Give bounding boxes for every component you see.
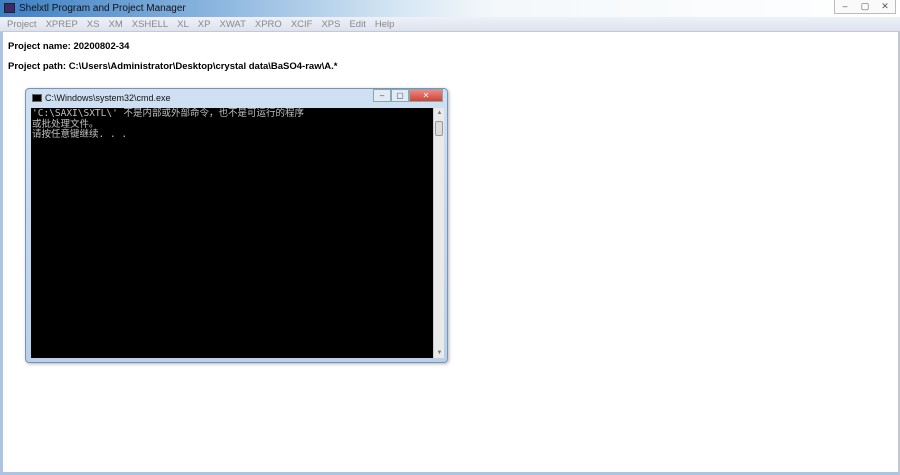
menu-xcif[interactable]: XCIF <box>291 17 313 31</box>
menu-bar: Project XPREP XS XM XSHELL XL XP XWAT XP… <box>0 17 900 32</box>
console-output[interactable]: 'C:\SAXI\SXTL\' 不是内部或外部命令，也不是可运行的程序 或批处理… <box>31 108 433 358</box>
cmd-close-button[interactable]: ✕ <box>409 89 443 102</box>
scroll-thumb[interactable] <box>435 121 443 136</box>
menu-xp[interactable]: XP <box>198 17 211 31</box>
close-button[interactable]: ✕ <box>875 0 895 13</box>
cmd-window-controls: – ▢ ✕ <box>373 89 443 102</box>
window-title: Shelxtl Program and Project Manager <box>19 3 186 14</box>
minimize-button[interactable]: – <box>835 0 855 13</box>
window-controls: – ▢ ✕ <box>834 0 896 14</box>
maximize-button[interactable]: ▢ <box>855 0 875 13</box>
menu-xps[interactable]: XPS <box>321 17 340 31</box>
scroll-down-icon[interactable]: ▼ <box>435 350 444 356</box>
console-line: 请按任意键继续. . . <box>32 129 128 140</box>
menu-project[interactable]: Project <box>7 17 37 31</box>
project-name: Project name: 20200802-34 <box>8 41 130 52</box>
cmd-title: C:\Windows\system32\cmd.exe <box>45 93 171 103</box>
menu-xs[interactable]: XS <box>87 17 100 31</box>
menu-xwat[interactable]: XWAT <box>219 17 245 31</box>
title-bar: Shelxtl Program and Project Manager – ▢ … <box>0 0 900 17</box>
cmd-minimize-button[interactable]: – <box>373 89 391 102</box>
menu-edit[interactable]: Edit <box>349 17 365 31</box>
app-icon <box>4 3 15 13</box>
menu-xm[interactable]: XM <box>108 17 122 31</box>
menu-xprep[interactable]: XPREP <box>46 17 78 31</box>
menu-xshell[interactable]: XSHELL <box>132 17 168 31</box>
vertical-scrollbar[interactable]: ▲ ▼ <box>433 108 444 358</box>
scroll-up-icon[interactable]: ▲ <box>435 110 444 116</box>
menu-xpro[interactable]: XPRO <box>255 17 282 31</box>
console-line: 'C:\SAXI\SXTL\' 不是内部或外部命令，也不是可运行的程序 <box>32 108 305 119</box>
menu-xl[interactable]: XL <box>177 17 189 31</box>
cmd-icon <box>32 94 42 102</box>
project-path: Project path: C:\Users\Administrator\Des… <box>8 61 338 72</box>
menu-help[interactable]: Help <box>375 17 395 31</box>
cmd-window: C:\Windows\system32\cmd.exe – ▢ ✕ 'C:\SA… <box>25 88 448 363</box>
cmd-maximize-button[interactable]: ▢ <box>391 89 409 102</box>
